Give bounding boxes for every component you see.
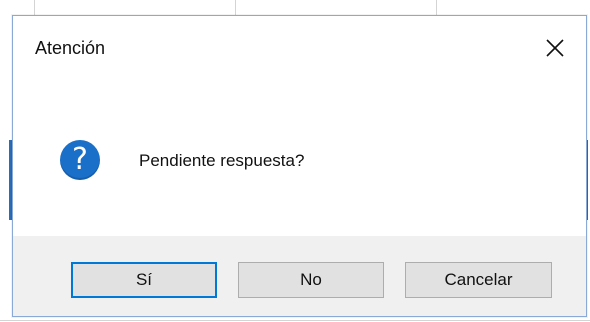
cancel-button[interactable]: Cancelar bbox=[405, 262, 552, 298]
question-glyph: ? bbox=[72, 142, 88, 177]
dialog-footer: Sí No Cancelar bbox=[13, 236, 586, 316]
close-icon bbox=[546, 39, 564, 57]
question-icon: ? bbox=[60, 140, 100, 180]
no-button[interactable]: No bbox=[238, 262, 384, 298]
yes-button[interactable]: Sí bbox=[71, 262, 217, 298]
dialog-message: Pendiente respuesta? bbox=[139, 151, 305, 170]
close-button[interactable] bbox=[524, 16, 586, 80]
grid-line bbox=[0, 320, 590, 321]
dialog-content: ? Pendiente respuesta? bbox=[13, 80, 586, 236]
message-dialog: Atención ? Pendiente respuesta? Sí No Ca… bbox=[12, 15, 587, 317]
dialog-title: Atención bbox=[35, 38, 106, 58]
dialog-titlebar[interactable]: Atención bbox=[13, 16, 586, 80]
